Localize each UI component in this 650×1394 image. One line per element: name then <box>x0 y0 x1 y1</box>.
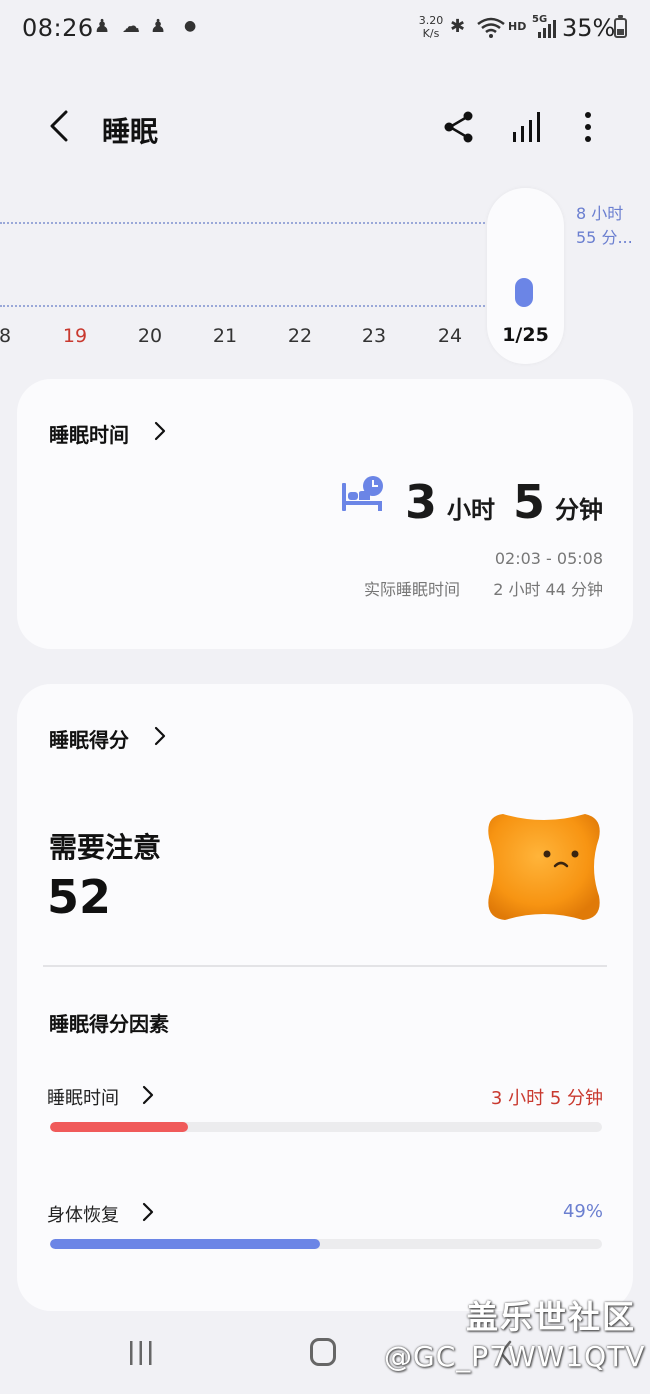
day-label[interactable]: 24 <box>430 325 470 347</box>
chart-max-line <box>0 222 485 224</box>
sleep-duration-bar <box>515 278 533 307</box>
watermark-site: 盖乐世社区 <box>466 1298 637 1336</box>
sleep-time-card[interactable]: 睡眠时间 3 小时 5 分钟 02:03 - 05:08 实际睡眠时间 2 小时… <box>17 379 633 649</box>
actual-sleep-value: 2 小时 44 分钟 <box>493 580 603 599</box>
status-bar: 08:26 ♟ ☁ ♟ ● 3.20 K/s ✱ HD 5G 35% <box>0 0 650 58</box>
notification-icon: ♟ <box>94 16 111 37</box>
divider <box>43 965 607 967</box>
page-title: 睡眠 <box>102 115 159 148</box>
factor-progress-fill <box>50 1239 321 1249</box>
day-label[interactable]: 21 <box>205 325 245 347</box>
factor-value-body-recovery: 49% <box>562 1201 603 1222</box>
bluetooth-icon: ✱ <box>450 16 466 37</box>
status-time: 08:26 <box>22 14 94 42</box>
chevron-right-icon <box>154 726 166 746</box>
day-label[interactable]: 22 <box>280 325 320 347</box>
duration-hours: 3 <box>404 475 437 529</box>
home-button[interactable] <box>310 1338 336 1366</box>
hd-label: HD <box>508 20 527 33</box>
battery-percent: 35% <box>562 14 616 42</box>
bar-chart-icon <box>513 112 540 142</box>
day-label[interactable]: 8 <box>0 325 25 347</box>
factor-label-body-recovery[interactable]: 身体恢复 <box>47 1201 119 1227</box>
bed-icon <box>342 476 383 511</box>
factor-progress-fill <box>50 1122 188 1132</box>
minutes-unit: 分钟 <box>555 496 603 524</box>
more-options-button[interactable] <box>568 106 608 148</box>
sleep-score-heading: 睡眠得分 <box>49 728 129 752</box>
net-speed: 3.20 K/s <box>418 14 444 40</box>
actual-sleep-label: 实际睡眠时间 <box>364 580 461 599</box>
battery-icon <box>614 15 627 38</box>
selected-date: 1/25 <box>502 324 549 346</box>
chart-baseline <box>0 305 485 307</box>
sleep-range: 02:03 - 05:08 <box>494 549 603 568</box>
duration-minutes: 5 <box>512 475 545 529</box>
score-status: 需要注意 <box>49 831 162 864</box>
trends-button[interactable] <box>506 106 548 148</box>
day-label-weekend[interactable]: 19 <box>55 325 95 347</box>
factor-progress-track <box>50 1239 602 1249</box>
sad-mascot-icon <box>488 814 600 920</box>
sleep-time-heading: 睡眠时间 <box>49 423 129 447</box>
chevron-right-icon <box>142 1085 154 1105</box>
factors-title: 睡眠得分因素 <box>49 1012 169 1036</box>
day-label[interactable]: 20 <box>130 325 170 347</box>
back-button[interactable] <box>40 104 84 148</box>
chevron-left-icon <box>50 110 68 142</box>
sleep-duration: 3 小时 5 分钟 <box>405 475 603 529</box>
share-icon <box>444 111 473 143</box>
chevron-right-icon <box>154 421 166 441</box>
factor-progress-track <box>50 1122 602 1132</box>
dot-icon: ● <box>184 18 197 34</box>
watermark-user: @GC_P7WW1QTV <box>384 1340 646 1373</box>
factor-label-sleep-time[interactable]: 睡眠时间 <box>47 1084 119 1110</box>
more-vertical-icon <box>585 112 591 142</box>
factor-value-sleep-time: 3 小时 5 分钟 <box>490 1088 603 1109</box>
chart-max-label: 8 小时 55 分... <box>576 204 633 247</box>
day-label[interactable]: 23 <box>354 325 394 347</box>
signal-icon <box>538 20 556 38</box>
recent-apps-button[interactable] <box>128 1338 154 1368</box>
notification-icon: ♟ <box>150 16 167 37</box>
score-value: 52 <box>47 870 112 924</box>
sleep-score-card[interactable]: 睡眠得分 需要注意 52 睡眠得分因素 睡眠时间 3 小时 5 分钟 身体恢复 … <box>17 684 633 1311</box>
share-button[interactable] <box>438 106 480 148</box>
hours-unit: 小时 <box>446 496 495 524</box>
wifi-icon <box>477 17 505 38</box>
weather-icon: ☁ <box>122 16 140 37</box>
chevron-right-icon <box>142 1202 154 1222</box>
